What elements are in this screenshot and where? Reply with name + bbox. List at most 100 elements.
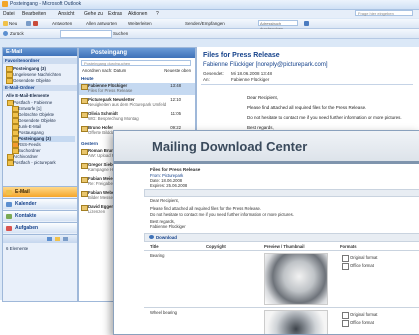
arrange-by[interactable]: Anordnen nach: Datum [82, 68, 126, 73]
format-label: Office format [350, 263, 374, 268]
nav-title: E-Mail [3, 48, 77, 56]
to-recipient[interactable]: Fabienne Flückiger [231, 77, 269, 82]
nav-button-tasks[interactable]: Aufgaben [3, 222, 77, 233]
format-label: Office format [350, 320, 374, 325]
send-receive-button[interactable]: Senden/Empfangen [185, 21, 225, 26]
address-search-input[interactable]: Adressbuch durchsuchen [258, 20, 298, 31]
address-input[interactable] [60, 30, 112, 38]
table-divider [144, 250, 419, 251]
menu-go[interactable]: Gehe zu [84, 11, 103, 17]
mail-icon [81, 177, 88, 183]
fav-sent[interactable]: Gesendete Objekte [13, 78, 51, 83]
mail-icon [81, 205, 88, 211]
notes-icon[interactable] [47, 237, 52, 241]
office-format-checkbox[interactable] [342, 263, 349, 270]
wheel-bearing-thumbnail[interactable] [264, 310, 328, 334]
sort-order[interactable]: Neueste oben [164, 68, 191, 73]
group-earlier[interactable]: Gestern [81, 141, 98, 146]
shortcuts-icon[interactable] [63, 237, 68, 241]
mail-folders-header: E-Mail-Ordner [3, 85, 77, 91]
download-center-title: Mailing Download Center [152, 139, 308, 154]
favorites-header: Favoritenordner [3, 58, 77, 64]
help-icon[interactable] [304, 21, 309, 26]
menu-actions[interactable]: Aktionen [128, 11, 147, 17]
folder-list-icon[interactable] [55, 237, 60, 241]
reply-button[interactable]: Antworten [52, 21, 72, 26]
tree-sent[interactable]: Gesendete Objekte [18, 118, 56, 123]
to-label: An: [203, 77, 210, 82]
back-icon[interactable] [3, 31, 8, 36]
mdc-salutation: Dear Recipient, [150, 198, 179, 203]
tree-search-folders[interactable]: Suchordner [18, 148, 41, 153]
tree-junk[interactable]: Junk-E-Mail [18, 124, 41, 129]
menu-help[interactable]: ? [156, 11, 159, 17]
inbox-title: Posteingang [79, 48, 195, 58]
outlook-icon [2, 1, 8, 7]
tree-outbox[interactable]: Postausgang [18, 130, 44, 135]
bearing-thumbnail[interactable] [264, 253, 328, 305]
download-label[interactable]: Download [156, 235, 177, 240]
download-icon[interactable] [149, 235, 154, 239]
original-format-checkbox[interactable] [342, 312, 349, 319]
tree-mailbox[interactable]: Postfach - Fabienne [13, 100, 52, 105]
download-center-banner: Mailing Download Center [114, 131, 419, 162]
delete-icon[interactable] [33, 21, 38, 26]
item-subject: WG: Besprechung Montag [88, 116, 139, 121]
print-icon[interactable] [26, 21, 31, 26]
menu-edit[interactable]: Bearbeiten [22, 11, 46, 17]
find-button[interactable]: Suchen [113, 31, 128, 36]
tree-archive[interactable]: Archivordner [13, 154, 38, 159]
tree-mailbox-2[interactable]: Postfach - picturepark [13, 160, 56, 165]
tree-inbox[interactable]: Posteingang (3) [18, 136, 51, 141]
tree-rss[interactable]: RSS-Feeds [18, 142, 41, 147]
list-item[interactable]: Olivia Schmidt 11:05 WG: Besprechung Mon… [79, 111, 195, 123]
all-mail-items[interactable]: Alle E-Mail-Elemente [6, 93, 49, 98]
nav-button-calendar[interactable]: Kalender [3, 198, 77, 209]
asset-title: Bearing [150, 253, 165, 258]
help-search-input[interactable]: Frage hier eingeben [355, 10, 413, 16]
forward-button[interactable]: Weiterleiten [128, 21, 152, 26]
tree-drafts[interactable]: Entwürfe [1] [18, 106, 41, 111]
email-from[interactable]: Fabienne Flückiger [noreply@picturepark.… [203, 62, 327, 68]
menu-file[interactable]: Datei [3, 11, 15, 17]
sent-date: Mi 18.06.2008 13:48 [231, 71, 273, 76]
standard-toolbar: Neu Antworten Allen antworten Weiterleit… [0, 19, 419, 31]
tree-deleted[interactable]: Gelöschte Objekte [18, 112, 54, 117]
group-today[interactable]: Heute [81, 76, 94, 81]
fav-inbox[interactable]: Posteingang (3) [13, 66, 46, 71]
list-item[interactable]: Fabienne Flückiger 13:48 Files for Press… [79, 83, 195, 95]
inbox-search-input[interactable]: Posteingang durchsuchen [81, 60, 191, 66]
mdc-subject: Files for Press Release [150, 167, 201, 172]
table-divider [144, 307, 419, 308]
nav-button-contacts[interactable]: Kontakte [3, 210, 77, 221]
unread-mail-icon [81, 84, 88, 90]
web-toolbar: Zurück Suchen [0, 29, 419, 39]
item-subject: Files for Press Release [88, 88, 133, 93]
divider [201, 84, 413, 85]
status-count: 6 Elemente [6, 246, 29, 251]
mdc-expires: Expires: 25.06.2008 [150, 183, 188, 188]
arrange-bar: Anordnen nach: Datum Neueste oben [79, 68, 195, 74]
window-title: Posteingang - Microsoft Outlook [10, 1, 82, 7]
nav-button-mail[interactable]: E-Mail [3, 186, 77, 197]
reply-all-button[interactable]: Allen antworten [86, 21, 117, 26]
calendar-icon [6, 202, 12, 207]
new-button[interactable]: Neu [9, 21, 17, 26]
section-bar [144, 189, 419, 197]
column-formats: Formats [340, 244, 357, 249]
office-format-checkbox[interactable] [342, 320, 349, 327]
banner-strip [114, 161, 419, 164]
menu-view[interactable]: Ansicht [58, 11, 74, 17]
asset-title: Wheel bearing [150, 310, 178, 315]
mail-icon [6, 190, 12, 195]
list-item[interactable]: Picturepark Newsletter 12:10 Neuigkeiten… [79, 97, 195, 109]
back-button[interactable]: Zurück [10, 31, 24, 36]
mdc-message: Please find attached all required files … [150, 206, 262, 211]
menu-tools[interactable]: Extras [108, 11, 122, 17]
fav-unread[interactable]: Ungelesene Nachrichten [13, 72, 61, 77]
body-line: Please find attached all required files … [247, 105, 367, 110]
mail-icon [81, 112, 88, 118]
mail-icon [81, 191, 88, 197]
item-subject: Neuigkeiten aus dem Picturepark Umfeld [88, 102, 167, 107]
original-format-checkbox[interactable] [342, 255, 349, 262]
